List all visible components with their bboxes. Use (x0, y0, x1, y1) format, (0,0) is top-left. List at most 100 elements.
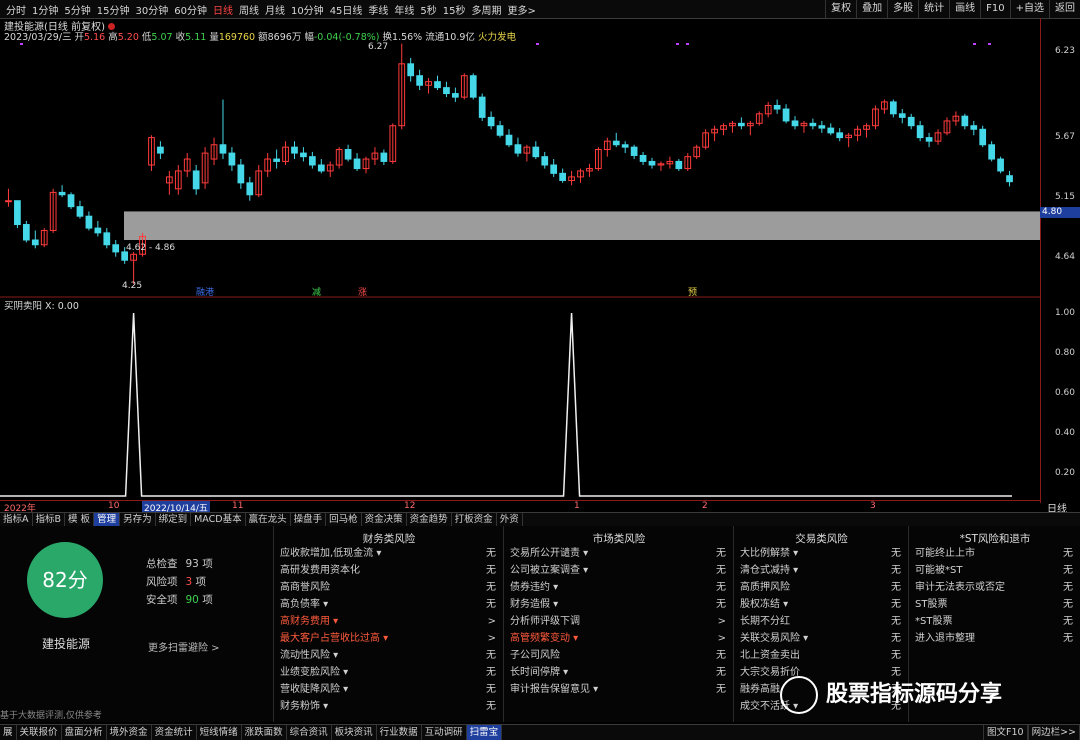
risk-item[interactable]: 子公司风险 无 (504, 647, 734, 664)
risk-item[interactable]: 股权冻结 ▾ 无 (734, 596, 909, 613)
risk-item[interactable]: 可能终止上市 无 (909, 545, 1080, 562)
risk-item[interactable]: 高质押风险 无 (734, 579, 909, 596)
indicator-tab[interactable]: 绑定到 (156, 513, 192, 526)
more-scan-link[interactable]: 更多扫雷避险 > (148, 639, 220, 654)
risk-item[interactable]: 高负债率 ▾ 无 (274, 596, 504, 613)
risk-item[interactable]: 高财务费用 ▾ > (274, 613, 504, 630)
indicator-tab[interactable]: 外资 (497, 513, 523, 526)
risk-item-value: > (717, 633, 726, 644)
period-tab[interactable]: 年线 (394, 2, 414, 17)
risk-item[interactable]: 高研发费用资本化 无 (274, 562, 504, 579)
bottom-tab[interactable]: 板块资讯 (332, 725, 377, 740)
bottom-tab[interactable]: 盘面分析 (62, 725, 107, 740)
bottom-tab[interactable]: 扫雷宝 (466, 725, 503, 740)
risk-item[interactable]: 业绩变脸风险 ▾ 无 (274, 664, 504, 681)
risk-item[interactable]: 长期不分红 无 (734, 613, 909, 630)
period-tab[interactable]: 15分钟 (97, 2, 130, 17)
candle-body (979, 128, 987, 146)
candle-body (961, 115, 969, 127)
risk-item-label: 债券违约 ▾ (510, 582, 559, 593)
risk-item[interactable]: 分析师评级下调 > (504, 613, 734, 630)
period-tab[interactable]: 多周期 (472, 2, 502, 17)
risk-item[interactable]: 公司被立案调查 ▾ 无 (504, 562, 734, 579)
indicator-tab[interactable]: 指标A (0, 513, 33, 526)
candle-body (192, 170, 200, 190)
top-right-button[interactable]: 多股 (887, 0, 918, 18)
risk-item[interactable]: 高管频繁变动 ▾ > (504, 630, 734, 647)
sub-indicator-label[interactable]: 买阴卖阳 X: 0.00 (4, 298, 79, 312)
bottom-right-button[interactable]: 网边栏>> (1027, 725, 1080, 740)
indicator-tab[interactable]: 打板资金 (452, 513, 497, 526)
indicator-tab[interactable]: MACD基本 (191, 513, 246, 526)
risk-item[interactable]: 审计报告保留意见 ▾ 无 (504, 681, 734, 698)
period-tab[interactable]: 季线 (368, 2, 388, 17)
risk-item[interactable]: 高商誉风险 无 (274, 579, 504, 596)
bottom-right-button[interactable]: 图文F10 (983, 725, 1028, 740)
top-right-button[interactable]: F10 (980, 0, 1009, 18)
period-tab[interactable]: 日线 (213, 2, 233, 17)
top-right-button[interactable]: +自选 (1009, 0, 1049, 18)
period-tab[interactable]: 30分钟 (135, 2, 168, 17)
risk-item-value: 无 (1063, 582, 1073, 593)
risk-item[interactable]: 最大客户占营收比过高 ▾ > (274, 630, 504, 647)
indicator-tab[interactable]: 管理 (94, 513, 121, 526)
risk-item[interactable]: 审计无法表示或否定 无 (909, 579, 1080, 596)
bottom-tab[interactable]: 境外资金 (107, 725, 152, 740)
indicator-tab[interactable]: 资金决策 (362, 513, 407, 526)
risk-item-label: 审计报告保留意见 ▾ (510, 684, 599, 695)
risk-item-value: 无 (486, 650, 496, 661)
period-tab[interactable]: 10分钟 (291, 2, 324, 17)
period-tab[interactable]: 1分钟 (32, 2, 58, 17)
risk-item[interactable]: 长时间停牌 ▾ 无 (504, 664, 734, 681)
candle-body (621, 144, 629, 148)
bottom-tab[interactable]: 行业数据 (377, 725, 422, 740)
risk-item[interactable]: 债券违约 ▾ 无 (504, 579, 734, 596)
top-right-button[interactable]: 返回 (1049, 0, 1080, 18)
kline-chart[interactable]: 6.27 4.25 4.62 - 4.86 融港 减 涨 预 (0, 40, 1040, 500)
indicator-tab[interactable]: 回马枪 (326, 513, 362, 526)
period-tab[interactable]: 5秒 (420, 2, 436, 17)
risk-item[interactable]: 应收款增加,低现金流 ▾ 无 (274, 545, 504, 562)
risk-item[interactable]: ST股票 无 (909, 596, 1080, 613)
period-tab[interactable]: 45日线 (330, 2, 363, 17)
bottom-tab[interactable]: 互动调研 (422, 725, 467, 740)
period-tab[interactable]: 更多> (508, 2, 536, 17)
risk-item[interactable]: 交易所公开谴责 ▾ 无 (504, 545, 734, 562)
risk-item[interactable]: 北上资金卖出 无 (734, 647, 909, 664)
bottom-tab[interactable]: 涨跌面数 (242, 725, 287, 740)
risk-item[interactable]: 营收陡降风险 ▾ 无 (274, 681, 504, 698)
risk-item[interactable]: 财务粉饰 ▾ 无 (274, 698, 504, 715)
indicator-tab[interactable]: 模 板 (65, 513, 95, 526)
risk-item[interactable]: 流动性风险 ▾ 无 (274, 647, 504, 664)
risk-item[interactable]: 进入退市整理 无 (909, 630, 1080, 647)
risk-item[interactable]: 关联交易风险 ▾ 无 (734, 630, 909, 647)
risk-item[interactable]: 大比例解禁 ▾ 无 (734, 545, 909, 562)
period-tab[interactable]: 周线 (239, 2, 259, 17)
bottom-tab[interactable]: 短线情绪 (197, 725, 242, 740)
bottom-tab[interactable]: 资金统计 (152, 725, 197, 740)
event-marker (676, 43, 679, 45)
risk-item-value: 无 (486, 599, 496, 610)
period-tab[interactable]: 5分钟 (64, 2, 90, 17)
period-tab[interactable]: 60分钟 (174, 2, 207, 17)
period-tab[interactable]: 分时 (6, 2, 26, 17)
risk-item[interactable]: 财务造假 ▾ 无 (504, 596, 734, 613)
risk-item[interactable]: 清仓式减持 ▾ 无 (734, 562, 909, 579)
bottom-tab[interactable]: 综合资讯 (287, 725, 332, 740)
risk-item[interactable]: 可能被*ST 无 (909, 562, 1080, 579)
top-right-button[interactable]: 复权 (825, 0, 856, 18)
bottom-tab[interactable]: 关联报价 (17, 725, 62, 740)
indicator-tab[interactable]: 赢在龙头 (246, 513, 291, 526)
indicator-tab[interactable]: 另存为 (120, 513, 156, 526)
indicator-tab[interactable]: 指标B (33, 513, 66, 526)
top-right-button[interactable]: 统计 (918, 0, 949, 18)
top-right-button[interactable]: 画线 (949, 0, 980, 18)
period-tab[interactable]: 月线 (265, 2, 285, 17)
top-right-button[interactable]: 叠加 (856, 0, 887, 18)
period-tab[interactable]: 15秒 (443, 2, 466, 17)
risk-item[interactable]: *ST股票 无 (909, 613, 1080, 630)
indicator-tab[interactable]: 资金趋势 (407, 513, 452, 526)
candle-body (791, 120, 799, 127)
bottom-tab[interactable]: 展 (0, 725, 17, 740)
indicator-tab[interactable]: 操盘手 (291, 513, 327, 526)
